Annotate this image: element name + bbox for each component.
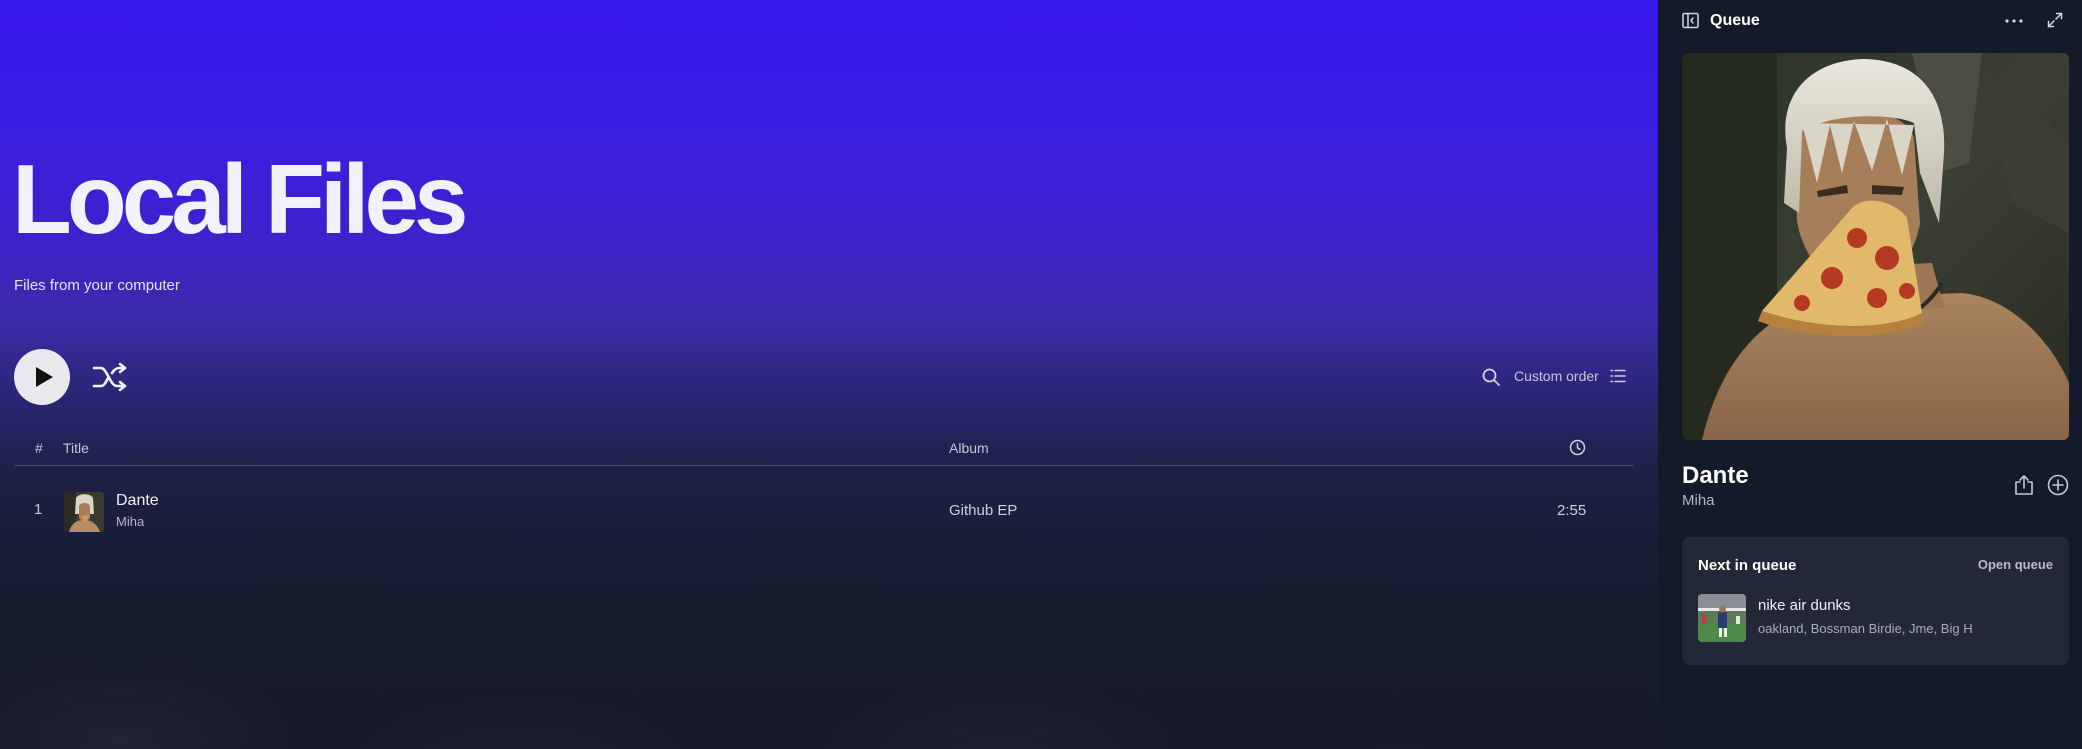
- clock-icon: [1569, 439, 1586, 456]
- track-duration: 2:55: [1557, 502, 1587, 519]
- add-circle-icon[interactable]: [2047, 474, 2069, 496]
- main-view: Local Files Files from your computer Cus…: [0, 0, 1658, 749]
- track-title[interactable]: Dante: [116, 492, 159, 510]
- sort-order-button[interactable]: Custom order: [1514, 368, 1599, 384]
- search-button[interactable]: [1481, 367, 1501, 387]
- next-track-artists[interactable]: oakland, Bossman Birdie, Jme, Big H: [1758, 621, 1973, 636]
- track-number: 1: [34, 501, 43, 518]
- open-queue-link[interactable]: Open queue: [1978, 557, 2053, 572]
- expand-icon[interactable]: [2047, 12, 2063, 28]
- shuffle-icon: [92, 362, 127, 392]
- list-icon[interactable]: [1610, 368, 1626, 384]
- queue-panel-title: Queue: [1710, 12, 1760, 29]
- table-row[interactable]: 1 Dante Miha Github EP 2:55: [14, 482, 1634, 540]
- album-cover: [1682, 53, 2069, 440]
- more-icon[interactable]: [2004, 13, 2024, 29]
- page-title: Local Files: [12, 144, 469, 254]
- page-subtitle: Files from your computer: [14, 277, 180, 294]
- table-divider: [14, 465, 1634, 466]
- column-header-album[interactable]: Album: [949, 440, 989, 456]
- sidebar-toggle-icon[interactable]: [1682, 12, 1699, 29]
- next-track-thumbnail: [1698, 594, 1746, 642]
- column-header-number: #: [35, 440, 43, 456]
- shuffle-button[interactable]: [92, 362, 128, 392]
- play-icon: [36, 367, 53, 387]
- next-track-title[interactable]: nike air dunks: [1758, 597, 1851, 614]
- next-in-queue-card: Next in queue Open queue nike air dunks …: [1682, 537, 2069, 665]
- track-thumbnail: [64, 492, 104, 532]
- now-playing-artist[interactable]: Miha: [1682, 492, 1715, 509]
- now-playing-title[interactable]: Dante: [1682, 462, 1749, 490]
- track-album[interactable]: Github EP: [949, 502, 1017, 519]
- column-header-title[interactable]: Title: [63, 440, 89, 456]
- search-icon: [1482, 368, 1500, 386]
- share-icon[interactable]: [2014, 474, 2034, 496]
- play-button[interactable]: [14, 349, 70, 405]
- track-artist[interactable]: Miha: [116, 514, 144, 529]
- next-in-queue-heading: Next in queue: [1698, 557, 1797, 574]
